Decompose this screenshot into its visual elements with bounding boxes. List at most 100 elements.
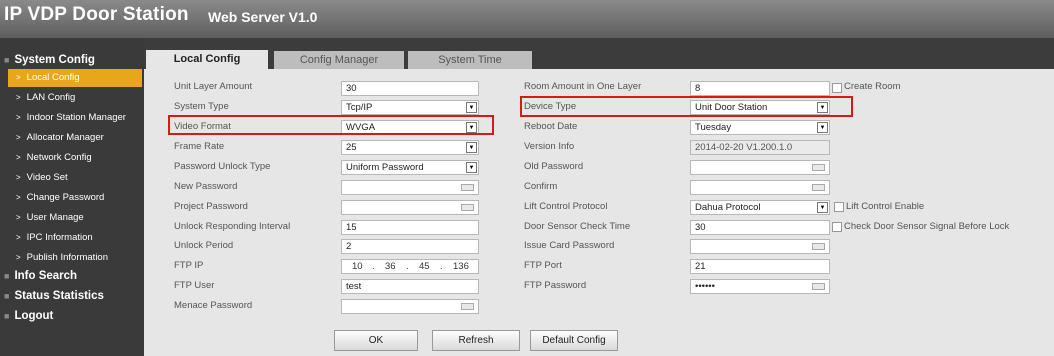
lift-control-protocol-select[interactable]: Dahua Protocol ▼ (690, 200, 830, 215)
ok-button[interactable]: OK (334, 330, 418, 351)
sidebar-item-label: IPC Information (26, 232, 93, 243)
ftp-user-label: FTP User (174, 280, 215, 291)
sidebar-item-label: Allocator Manager (26, 132, 104, 143)
door-sensor-check-time-label: Door Sensor Check Time (524, 221, 631, 232)
tab-local-config[interactable]: Local Config (146, 50, 268, 69)
sidebar-section-system-config[interactable]: ■ System Config (4, 54, 95, 66)
lift-control-enable-checkbox[interactable] (834, 202, 844, 212)
project-password-label: Project Password (174, 201, 248, 212)
chevron-right-icon: > (16, 153, 21, 162)
confirm-label: Confirm (524, 181, 558, 192)
dropdown-arrow-icon: ▼ (466, 142, 477, 153)
device-type-highlight (520, 96, 853, 117)
sidebar-item-label: Video Set (26, 172, 68, 183)
sidebar-section-logout[interactable]: ■ Logout (4, 310, 53, 322)
check-door-sensor-checkbox[interactable] (832, 222, 842, 232)
issue-card-password-input[interactable] (690, 239, 830, 254)
version-info-field: 2014-02-20 V1.200.1.0 (690, 140, 830, 155)
sidebar-section-status-statistics[interactable]: ■ Status Statistics (4, 290, 104, 302)
reboot-date-value: Tuesday (695, 122, 732, 133)
default-config-button[interactable]: Default Config (530, 330, 618, 351)
app-header: IP VDP Door Station Web Server V1.0 (0, 0, 1054, 38)
chevron-right-icon: > (16, 193, 21, 202)
keyboard-icon[interactable] (461, 204, 474, 211)
sidebar-item-network-config[interactable]: > Network Config (8, 149, 142, 167)
confirm-input[interactable] (690, 180, 830, 195)
create-room-label: Create Room (844, 81, 901, 92)
ftp-password-input[interactable]: •••••• (690, 279, 830, 294)
keyboard-icon[interactable] (812, 164, 825, 171)
unlock-period-input[interactable]: 2 (341, 239, 479, 254)
ftp-ip-label: FTP IP (174, 260, 204, 271)
refresh-button[interactable]: Refresh (432, 330, 520, 351)
sidebar-item-label: LAN Config (26, 92, 76, 103)
sidebar-section-label: Info Search (14, 270, 78, 282)
old-password-input[interactable] (690, 160, 830, 175)
video-format-highlight (168, 115, 494, 135)
ip-octet-3[interactable]: 45 (419, 260, 430, 273)
bullet-icon: ■ (4, 291, 10, 301)
room-amount-input[interactable]: 8 (690, 81, 830, 96)
ip-separator: . (372, 261, 375, 272)
new-password-input[interactable] (341, 180, 479, 195)
sidebar-item-local-config[interactable]: > Local Config (8, 69, 142, 87)
unit-layer-amount-input[interactable]: 30 (341, 81, 479, 96)
ip-octet-1[interactable]: 10 (352, 260, 363, 273)
ftp-password-value: •••••• (695, 281, 715, 292)
frame-rate-select[interactable]: 25 ▼ (341, 140, 479, 155)
system-type-select[interactable]: Tcp/IP ▼ (341, 100, 479, 115)
app-subtitle: Web Server V1.0 (208, 9, 318, 25)
main-content: Local Config Config Manager System Time … (144, 38, 1054, 356)
sidebar-item-indoor-station-manager[interactable]: > Indoor Station Manager (8, 109, 142, 127)
create-room-checkbox[interactable] (832, 83, 842, 93)
sidebar-item-lan-config[interactable]: > LAN Config (8, 89, 142, 107)
project-password-input[interactable] (341, 200, 479, 215)
keyboard-icon[interactable] (812, 243, 825, 250)
dropdown-arrow-icon: ▼ (466, 162, 477, 173)
unlock-responding-interval-input[interactable]: 15 (341, 220, 479, 235)
keyboard-icon[interactable] (461, 184, 474, 191)
bullet-icon: ■ (4, 55, 10, 65)
tab-bar: Local Config Config Manager System Time (144, 38, 1054, 69)
sidebar-item-ipc-information[interactable]: > IPC Information (8, 229, 142, 247)
system-type-label: System Type (174, 101, 229, 112)
dropdown-arrow-icon: ▼ (466, 102, 477, 113)
check-door-sensor-label: Check Door Sensor Signal Before Lock (844, 221, 1010, 232)
dropdown-arrow-icon: ▼ (817, 202, 828, 213)
tab-config-manager[interactable]: Config Manager (274, 51, 404, 69)
ip-octet-2[interactable]: 36 (385, 260, 396, 273)
password-unlock-type-select[interactable]: Uniform Password ▼ (341, 160, 479, 175)
unit-layer-amount-label: Unit Layer Amount (174, 81, 253, 92)
new-password-label: New Password (174, 181, 238, 192)
frame-rate-label: Frame Rate (174, 141, 225, 152)
keyboard-icon[interactable] (461, 303, 474, 310)
bullet-icon: ■ (4, 311, 10, 321)
unlock-period-label: Unlock Period (174, 240, 234, 251)
sidebar-item-publish-information[interactable]: > Publish Information (8, 249, 142, 267)
ftp-user-input[interactable]: test (341, 279, 479, 294)
reboot-date-select[interactable]: Tuesday ▼ (690, 120, 830, 135)
ip-octet-4[interactable]: 136 (453, 260, 469, 273)
sidebar-section-info-search[interactable]: ■ Info Search (4, 270, 77, 282)
version-info-label: Version Info (524, 141, 575, 152)
door-sensor-check-time-input[interactable]: 30 (690, 220, 830, 235)
unlock-responding-interval-label: Unlock Responding Interval (174, 221, 291, 232)
tab-system-time[interactable]: System Time (408, 51, 532, 69)
ip-separator: . (406, 261, 409, 272)
sidebar-item-label: Local Config (26, 72, 80, 83)
chevron-right-icon: > (16, 73, 21, 82)
ftp-port-input[interactable]: 21 (690, 259, 830, 274)
sidebar-item-user-manage[interactable]: > User Manage (8, 209, 142, 227)
chevron-right-icon: > (16, 233, 21, 242)
menace-password-input[interactable] (341, 299, 479, 314)
system-type-value: Tcp/IP (346, 102, 373, 113)
sidebar-item-video-set[interactable]: > Video Set (8, 169, 142, 187)
sidebar-item-change-password[interactable]: > Change Password (8, 189, 142, 207)
keyboard-icon[interactable] (812, 184, 825, 191)
keyboard-icon[interactable] (812, 283, 825, 290)
issue-card-password-label: Issue Card Password (524, 240, 615, 251)
ftp-ip-input[interactable]: 10 . 36 . 45 . 136 (341, 259, 479, 274)
password-unlock-type-value: Uniform Password (346, 162, 424, 173)
sidebar-item-allocator-manager[interactable]: > Allocator Manager (8, 129, 142, 147)
chevron-right-icon: > (16, 253, 21, 262)
